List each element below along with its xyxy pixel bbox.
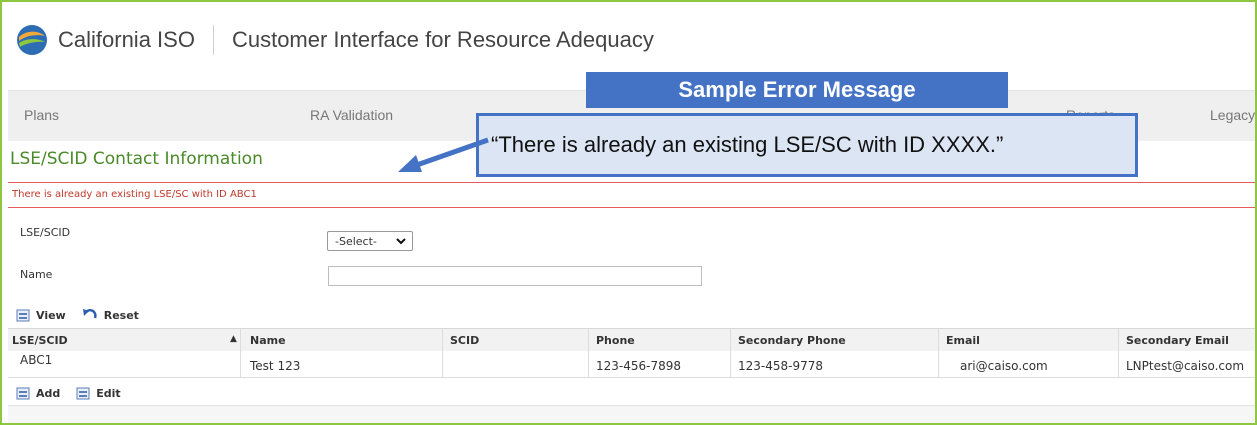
view-button[interactable]: View: [16, 308, 66, 322]
reset-icon: [82, 309, 97, 319]
cell-name: Test 123: [250, 359, 301, 373]
column-divider: [1118, 329, 1119, 351]
brand-divider: [212, 25, 214, 55]
column-header-phone[interactable]: Phone: [596, 334, 635, 347]
page-title: LSE/SCID Contact Information: [10, 149, 263, 169]
callout-text: “There is already an existing LSE/SC wit…: [491, 132, 1004, 157]
view-icon: [16, 309, 30, 322]
brand-name: California ISO: [58, 27, 195, 52]
caiso-logo-icon: [17, 25, 47, 55]
lse-label: LSE/SCID: [20, 226, 71, 239]
cell-secondary-email: LNPtest@caiso.com: [1126, 359, 1245, 373]
column-divider: [938, 329, 939, 351]
cell-email: ari@caiso.com: [960, 359, 1048, 373]
column-header-secondary-phone[interactable]: Secondary Phone: [738, 334, 846, 347]
column-header-name[interactable]: Name: [250, 334, 286, 347]
column-divider: [588, 351, 589, 377]
column-header-scid[interactable]: SCID: [450, 334, 479, 347]
column-divider: [730, 351, 731, 377]
chevron-down-icon: [396, 237, 406, 244]
reset-label: Reset: [103, 308, 139, 322]
lse-select[interactable]: -Select-: [327, 231, 413, 251]
edit-button[interactable]: Edit: [76, 386, 121, 400]
lse-select-value: -Select-: [335, 234, 377, 248]
column-divider: [442, 351, 443, 377]
app-title: Customer Interface for Resource Adequacy: [231, 27, 654, 52]
nav-item-plans[interactable]: Plans: [24, 107, 59, 123]
column-divider: [240, 351, 241, 377]
column-divider: [240, 329, 241, 351]
add-icon: [16, 387, 30, 400]
app-frame: California ISO Customer Interface for Re…: [0, 0, 1257, 425]
add-label: Add: [36, 386, 61, 400]
cell-secondary-phone: 123-458-9778: [738, 359, 824, 373]
column-divider: [588, 329, 589, 351]
column-divider: [938, 351, 939, 377]
footer-band: [8, 405, 1255, 423]
table-row[interactable]: ABC1 Test 123 123-456-7898 123-458-9778 …: [8, 351, 1255, 378]
column-divider: [1118, 351, 1119, 377]
column-divider: [730, 329, 731, 351]
cell-phone: 123-456-7898: [596, 359, 682, 373]
bottom-toolbar: Add Edit: [8, 382, 1255, 404]
cell-lse-scid: ABC1: [20, 353, 53, 367]
callout-box: “There is already an existing LSE/SC wit…: [476, 113, 1138, 177]
column-header-secondary-email[interactable]: Secondary Email: [1126, 334, 1229, 347]
edit-label: Edit: [96, 386, 121, 400]
column-divider: [442, 329, 443, 351]
name-input[interactable]: [328, 266, 702, 286]
reset-button[interactable]: Reset: [82, 308, 139, 322]
header: California ISO Customer Interface for Re…: [16, 18, 654, 62]
nav-item-ra-validation[interactable]: RA Validation: [310, 107, 393, 123]
column-header-email[interactable]: Email: [946, 334, 980, 347]
error-banner: There is already an existing LSE/SC with…: [8, 182, 1255, 208]
top-toolbar: View Reset: [8, 304, 1255, 326]
column-header-lse-scid[interactable]: LSE/SCID: [12, 334, 68, 347]
add-button[interactable]: Add: [16, 386, 60, 400]
callout-arrow-icon: [398, 137, 489, 172]
error-message: There is already an existing LSE/SC with…: [12, 189, 257, 200]
table-header: LSE/SCID ▲ Name SCID Phone Secondary Pho…: [8, 328, 1255, 352]
nav-item-legacy[interactable]: Legacy: [1210, 107, 1255, 123]
callout-title: Sample Error Message: [586, 72, 1008, 108]
name-label: Name: [20, 268, 53, 281]
sort-asc-icon[interactable]: ▲: [230, 334, 237, 344]
view-label: View: [36, 308, 66, 322]
edit-icon: [76, 387, 90, 400]
